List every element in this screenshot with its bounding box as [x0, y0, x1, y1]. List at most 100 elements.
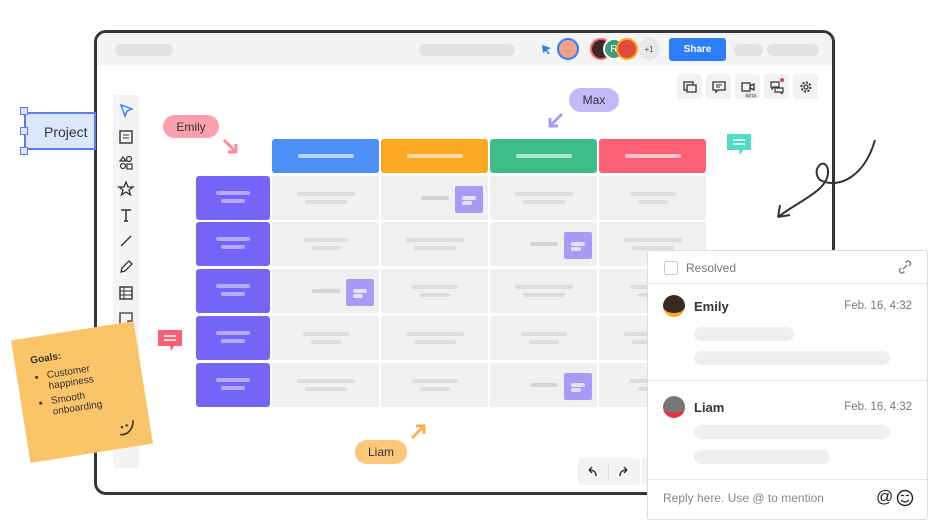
doodle-arrow-icon — [777, 139, 876, 218]
avatar-me[interactable] — [557, 38, 579, 60]
mention-icon[interactable]: @ — [876, 487, 893, 507]
grid-cell[interactable] — [272, 176, 379, 220]
comment-time: Feb. 16, 4:32 — [844, 401, 912, 413]
comment-marker-icon[interactable] — [727, 134, 751, 156]
column-header[interactable] — [490, 139, 597, 173]
star-icon[interactable] — [117, 180, 135, 198]
cursor-tag-liam: Liam — [355, 440, 407, 464]
line-icon[interactable] — [117, 232, 135, 250]
column-header[interactable] — [599, 139, 706, 173]
resize-handle[interactable] — [20, 107, 28, 115]
text-placeholder — [216, 378, 250, 382]
notification-dot — [780, 78, 784, 82]
text-placeholder — [515, 154, 572, 158]
chat-button[interactable] — [764, 74, 789, 99]
resolved-checkbox[interactable] — [664, 261, 678, 275]
text-placeholder — [310, 340, 341, 344]
more-users-badge[interactable]: +1 — [638, 38, 660, 60]
row-header[interactable] — [196, 176, 270, 220]
text-placeholder — [296, 379, 355, 383]
text-placeholder — [623, 238, 682, 242]
undo-redo-group — [578, 458, 640, 485]
comment-author: Liam — [694, 400, 725, 415]
resize-handle[interactable] — [20, 127, 28, 135]
grid-cell[interactable] — [381, 363, 488, 407]
table-icon[interactable] — [117, 284, 135, 302]
text-placeholder — [411, 285, 458, 289]
text-placeholder — [310, 246, 341, 250]
comment-button[interactable] — [706, 74, 731, 99]
sticky-card[interactable] — [346, 279, 374, 306]
grid-cell[interactable] — [381, 222, 488, 266]
grid-cell[interactable] — [490, 176, 597, 220]
video-button[interactable]: BETA — [735, 74, 760, 99]
undo-icon[interactable] — [584, 464, 600, 480]
text-placeholder — [522, 293, 565, 297]
text-placeholder — [405, 238, 464, 242]
settings-button[interactable] — [793, 74, 818, 99]
sticky-card[interactable] — [564, 373, 592, 400]
project-shape[interactable]: Project — [24, 112, 96, 150]
link-icon[interactable] — [898, 260, 912, 274]
resize-handle[interactable] — [20, 147, 28, 155]
template-icon[interactable] — [117, 128, 135, 146]
grid-cell[interactable] — [381, 269, 488, 313]
sticky-note[interactable]: Goals: Customer happiness Smooth onboard… — [11, 321, 153, 463]
text-placeholder — [216, 284, 250, 288]
grid-cell[interactable] — [490, 363, 597, 407]
comment-marker-icon[interactable] — [158, 330, 182, 352]
row-header[interactable] — [196, 222, 270, 266]
settings-icon — [800, 81, 811, 92]
grid-cell[interactable] — [272, 222, 379, 266]
sticky-card[interactable] — [564, 232, 592, 259]
text-placeholder — [304, 387, 347, 391]
cursor-tag-max: Max — [569, 88, 619, 112]
share-button[interactable]: Share — [669, 38, 726, 61]
text-placeholder — [629, 192, 676, 196]
column-header[interactable] — [272, 139, 379, 173]
text-placeholder — [514, 192, 573, 196]
right-toolbar: BETA — [677, 74, 818, 99]
text-placeholder — [413, 340, 456, 344]
arrow-emily-icon — [222, 138, 238, 154]
row-header[interactable] — [196, 269, 270, 313]
emoji-icon[interactable] — [896, 489, 914, 507]
text-placeholder — [406, 154, 463, 158]
shapes-icon[interactable] — [117, 154, 135, 172]
smiley-icon — [120, 420, 134, 436]
comment-item: Emily Feb. 16, 4:32 — [648, 285, 927, 381]
text-placeholder — [520, 332, 567, 336]
grid-cell[interactable] — [490, 222, 597, 266]
redo-icon[interactable] — [616, 464, 632, 480]
placeholder-button — [767, 44, 819, 56]
text-icon[interactable] — [117, 206, 135, 224]
text-placeholder — [216, 191, 250, 195]
avatar-liam[interactable] — [616, 38, 638, 60]
grid-cell[interactable] — [272, 269, 379, 313]
frames-button[interactable] — [677, 74, 702, 99]
comment-header: Resolved — [648, 251, 927, 284]
text-placeholder — [297, 154, 354, 158]
text-placeholder — [216, 331, 250, 335]
top-bar: R +1 Share — [97, 33, 832, 65]
select-icon[interactable] — [117, 102, 135, 120]
text-placeholder — [411, 379, 458, 383]
avatar — [663, 396, 685, 418]
grid-cell[interactable] — [272, 316, 379, 360]
grid-cell[interactable] — [381, 316, 488, 360]
grid-cell[interactable] — [599, 176, 706, 220]
grid-cell[interactable] — [272, 363, 379, 407]
row-header[interactable] — [196, 363, 270, 407]
text-placeholder — [221, 199, 245, 203]
sticky-card[interactable] — [455, 186, 483, 213]
row-header[interactable] — [196, 316, 270, 360]
grid-cell[interactable] — [490, 269, 597, 313]
reply-input[interactable]: Reply here. Use @ to mention — [663, 491, 824, 505]
grid-cell[interactable] — [381, 176, 488, 220]
grid-cell[interactable] — [490, 316, 597, 360]
text-placeholder — [302, 332, 349, 336]
pen-icon[interactable] — [117, 258, 135, 276]
cursor-tag-emily: Emily — [163, 115, 219, 138]
text-placeholder — [312, 289, 340, 293]
column-header[interactable] — [381, 139, 488, 173]
